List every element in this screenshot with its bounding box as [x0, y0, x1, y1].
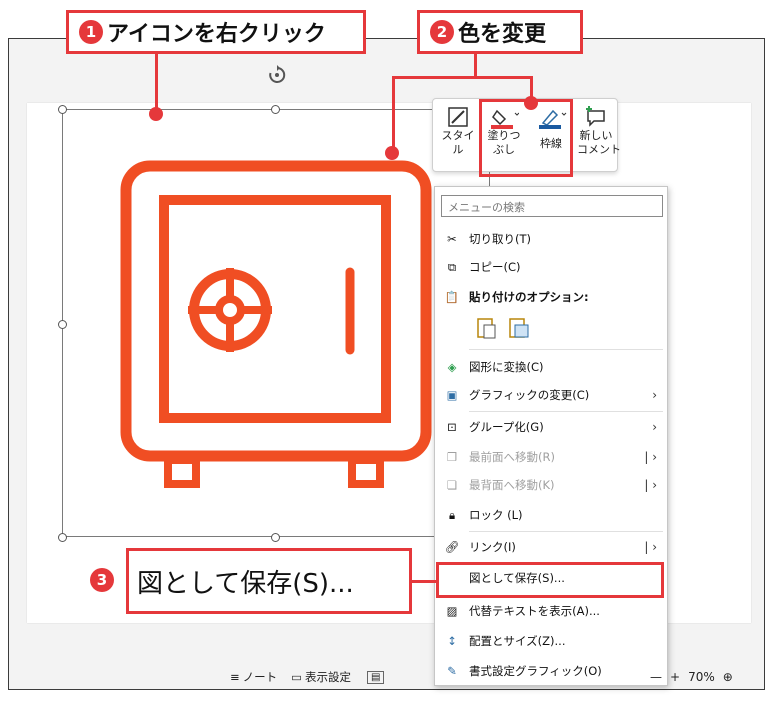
- menu-item-label: 切り取り(T): [469, 232, 531, 246]
- copy-icon: ⧉: [447, 259, 457, 274]
- zoom-out-button[interactable]: —: [650, 670, 662, 684]
- paste-icon: 📋: [444, 290, 460, 304]
- paste-keep-icon[interactable]: [475, 315, 497, 339]
- menu-item-copy[interactable]: ⧉ コピー(C): [435, 253, 667, 281]
- resize-handle[interactable]: [58, 320, 67, 329]
- step-number: 2: [430, 20, 454, 44]
- style-icon: [448, 107, 468, 127]
- menu-item-label: コピー(C): [469, 260, 521, 274]
- display-settings-button[interactable]: 表示設定: [305, 669, 351, 685]
- menu-item-label: 配置とサイズ(Z)...: [469, 634, 566, 648]
- menu-item-label: グラフィックの変更(C): [469, 388, 590, 402]
- menu-item-paste-options: 📋 貼り付けのオプション:: [435, 283, 667, 311]
- callout-line: [392, 76, 395, 154]
- rotate-handle-icon[interactable]: [266, 64, 288, 86]
- callout-line: [155, 54, 158, 110]
- menu-item-label: 書式設定グラフィック(O): [469, 664, 602, 678]
- notes-icon: ≡: [230, 670, 240, 684]
- callout-step2: 2 色を変更: [417, 10, 583, 54]
- bring-front-icon: ❐: [446, 450, 458, 464]
- chevron-right-icon: | ›: [644, 540, 657, 554]
- new-comment-button[interactable]: 新しい コメント: [577, 103, 621, 167]
- menu-item-label: 図形に変換(C): [469, 360, 544, 374]
- menu-item-convert-shape[interactable]: ◈ 図形に変換(C): [435, 353, 667, 381]
- change-graphic-icon: ▣: [446, 388, 458, 402]
- link-icon: 🔗︎: [444, 540, 460, 554]
- resize-handle[interactable]: [58, 105, 67, 114]
- size-position-icon: ↕: [447, 634, 457, 648]
- menu-item-label: 最背面へ移動(K): [469, 478, 555, 492]
- callout-line: [530, 76, 533, 98]
- highlight-fill-outline: [479, 99, 573, 177]
- menu-item-label: 代替テキストを表示(A)...: [469, 604, 600, 618]
- menu-item-link[interactable]: 🔗︎ リンク(I) | ›: [435, 533, 667, 561]
- callout-line: [392, 76, 532, 79]
- menu-divider: [469, 531, 663, 532]
- status-bar: ≡ ノート ▭ 表示設定 ▤: [230, 666, 385, 688]
- callout-line: [474, 54, 477, 78]
- fit-slide-icon[interactable]: ⊕: [723, 670, 733, 684]
- scissors-icon: ✂: [447, 232, 457, 246]
- menu-item-change-graphic[interactable]: ▣ グラフィックの変更(C) ›: [435, 381, 667, 409]
- step-number: 1: [79, 20, 103, 44]
- menu-item-cut[interactable]: ✂ 切り取り(T): [435, 225, 667, 253]
- group-icon: ⊡: [447, 420, 457, 434]
- normal-view-icon[interactable]: ▤: [367, 670, 385, 684]
- callout-line: [412, 580, 438, 583]
- menu-item-label: 最前面へ移動(R): [469, 450, 555, 464]
- paste-picture-icon[interactable]: [507, 315, 529, 339]
- menu-item-lock[interactable]: 🔒︎ ロック (L): [435, 501, 667, 529]
- comment-plus-icon: [586, 106, 605, 127]
- chevron-right-icon: | ›: [644, 450, 657, 464]
- menu-item-alt-text[interactable]: ▨ 代替テキストを表示(A)...: [435, 597, 667, 625]
- menu-item-format-graphic[interactable]: ✎ 書式設定グラフィック(O): [435, 657, 667, 685]
- notes-button[interactable]: ノート: [243, 669, 278, 685]
- chevron-right-icon: ›: [652, 388, 657, 402]
- menu-divider: [469, 349, 663, 350]
- menu-search-input[interactable]: メニューの検索: [441, 195, 663, 217]
- step-number: 3: [90, 568, 114, 592]
- callout-marker: [385, 146, 399, 160]
- callout-text: アイコンを右クリック: [107, 22, 326, 47]
- menu-item-group[interactable]: ⊡ グループ化(G) ›: [435, 413, 667, 441]
- resize-handle[interactable]: [271, 105, 280, 114]
- display-settings-icon: ▭: [291, 670, 303, 684]
- alt-text-icon: ▨: [446, 604, 458, 618]
- style-label: スタイ ル: [441, 129, 475, 156]
- menu-item-bring-front[interactable]: ❐ 最前面へ移動(R) | ›: [435, 443, 667, 471]
- menu-search-placeholder: メニューの検索: [448, 201, 525, 214]
- callout-step1: 1 アイコンを右クリック: [66, 10, 366, 54]
- lock-icon: 🔒︎: [448, 507, 456, 522]
- convert-shape-icon: ◈: [447, 360, 457, 374]
- menu-divider: [469, 411, 663, 412]
- format-graphic-icon: ✎: [447, 664, 457, 678]
- safe-icon: [120, 160, 432, 488]
- zoom-level[interactable]: 70%: [688, 670, 715, 684]
- menu-item-size-position[interactable]: ↕ 配置とサイズ(Z)...: [435, 627, 667, 655]
- context-menu: メニューの検索 ✂ 切り取り(T) ⧉ コピー(C) 📋 貼り付けのオプション:…: [434, 186, 668, 686]
- menu-item-label: グループ化(G): [469, 420, 544, 434]
- callout-marker: [149, 107, 163, 121]
- zoom-controls: — + 70% ⊕: [650, 666, 733, 688]
- chevron-right-icon: | ›: [644, 478, 657, 492]
- callout-text: 色を変更: [458, 22, 547, 47]
- send-back-icon: ❏: [446, 478, 458, 492]
- callout-text: 図として保存(S)...: [137, 568, 354, 599]
- paste-options-row: [475, 315, 529, 339]
- menu-item-label: ロック (L): [469, 508, 523, 522]
- callout-step3: 図として保存(S)...: [126, 548, 412, 614]
- chevron-right-icon: ›: [652, 420, 657, 434]
- comment-label: 新しい コメント: [577, 129, 621, 156]
- menu-item-send-back[interactable]: ❏ 最背面へ移動(K) | ›: [435, 471, 667, 499]
- menu-item-label: 貼り付けのオプション:: [469, 290, 589, 304]
- menu-item-label: リンク(I): [469, 540, 516, 554]
- resize-handle[interactable]: [271, 533, 280, 542]
- highlight-save-as-picture: [436, 562, 664, 598]
- resize-handle[interactable]: [58, 533, 67, 542]
- style-button[interactable]: スタイ ル: [439, 103, 477, 167]
- zoom-in-button[interactable]: +: [670, 670, 680, 684]
